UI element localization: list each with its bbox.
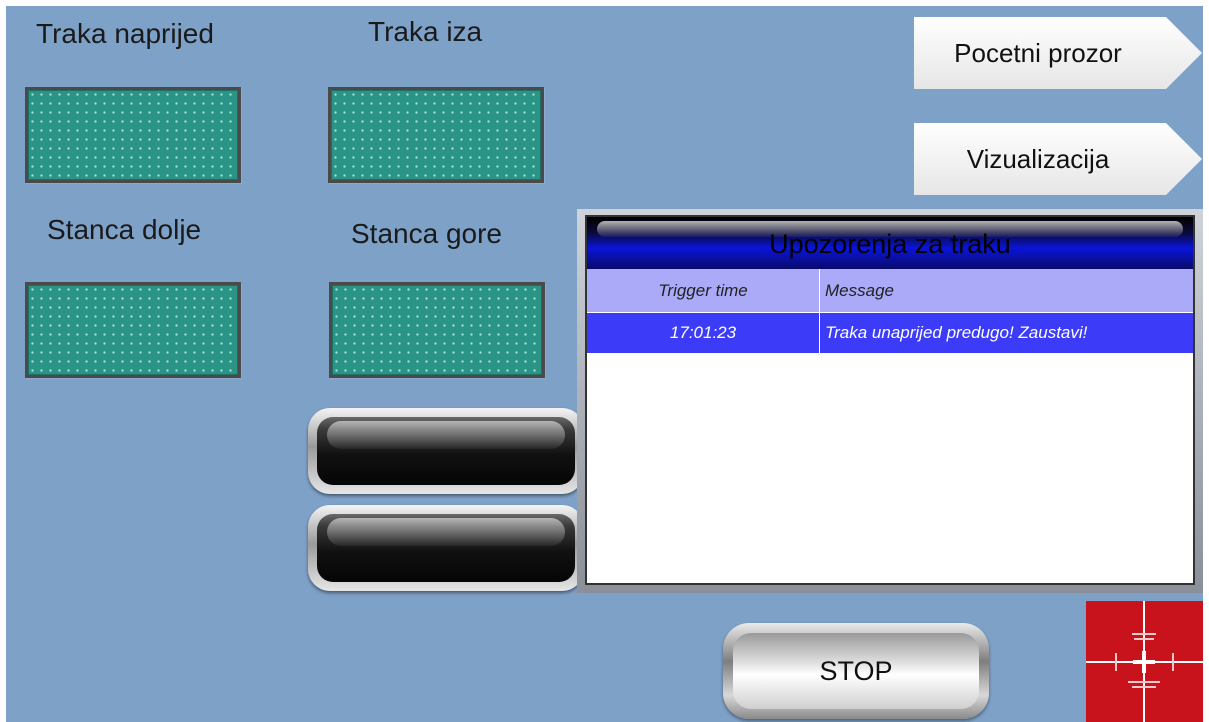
hmi-screen: Traka naprijed Traka iza Stanca dolje St… [6,6,1203,722]
stop-button-face: STOP [733,633,979,709]
black-button-2[interactable] [308,505,584,591]
alarm-title-bar: Upozorenja za traku [587,217,1193,269]
pocetni-prozor-button[interactable]: Pocetni prozor [914,17,1202,89]
vizualizacija-text: Vizualizacija [966,143,1110,174]
logo-cross-icon [1086,601,1203,722]
label-traka-iza: Traka iza [368,16,483,47]
alarm-view-body: Upozorenja za traku Trigger time Message… [585,215,1195,585]
indicator-stanca-gore [329,282,545,378]
stop-button[interactable]: STOP [723,623,989,719]
indicator-stanca-dolje [25,282,241,378]
alarm-row-time: 17:01:23 [587,313,820,353]
column-trigger-time[interactable]: Trigger time [587,269,820,312]
alarm-title: Upozorenja za traku [769,229,1011,259]
alarm-row[interactable]: 17:01:23 Traka unaprijed predugo! Zausta… [587,313,1193,353]
black-button-2-face [317,514,575,582]
vizualizacija-label: Vizualizacija [914,123,1162,195]
column-message[interactable]: Message [820,269,1193,312]
alarm-table-header: Trigger time Message [587,269,1193,313]
black-button-1[interactable] [308,408,584,494]
indicator-traka-iza [328,87,544,183]
label-stanca-gore: Stanca gore [351,218,502,249]
alarm-view: Upozorenja za traku Trigger time Message… [577,209,1203,593]
red-cross-logo [1086,601,1203,722]
label-stanca-dolje: Stanca dolje [47,214,202,245]
black-button-1-face [317,417,575,485]
vizualizacija-button[interactable]: Vizualizacija [914,123,1202,195]
alarm-row-message: Traka unaprijed predugo! Zaustavi! [825,323,1088,342]
stop-label: STOP [819,655,893,686]
label-traka-naprijed: Traka naprijed [36,18,214,49]
pocetni-prozor-label: Pocetni prozor [954,37,1122,68]
indicator-traka-naprijed [25,87,241,183]
